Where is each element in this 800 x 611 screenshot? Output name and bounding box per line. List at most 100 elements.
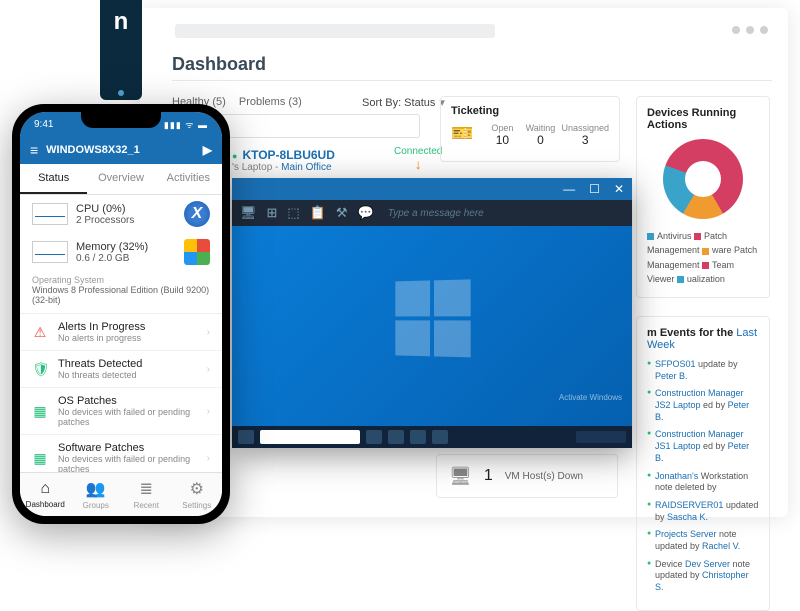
remote-desktop-window[interactable]: — ☐ ✕ 🖥 ⊞ ⬚ 📋 ⚒ 💬 Type a message here Ac…	[232, 178, 632, 448]
phone-frame: 9:41▮▮▮ ᯤ ▬ ≡ WINDOWS8X32_1 ▶ Status Ove…	[12, 104, 230, 524]
device-title: WINDOWS8X32_1	[46, 144, 140, 156]
status-icon: 🛡	[32, 361, 48, 378]
windows-logo	[395, 279, 470, 357]
window-dots	[732, 26, 768, 34]
status-item[interactable]: ▦Software PatchesNo devices with failed …	[20, 435, 222, 472]
ticketing-panel: Ticketing 🎫 Open10Waiting0Unassigned3	[440, 96, 620, 162]
chevron-right-icon: ›	[207, 453, 210, 464]
device-name[interactable]: KTOP-8LBU6UD	[232, 148, 335, 162]
download-icon: ↓	[394, 157, 442, 171]
legend-item: ualization	[677, 274, 725, 284]
donut-chart	[663, 139, 743, 219]
tools-icon[interactable]: ⚒	[336, 205, 348, 221]
remote-titlebar[interactable]: — ☐ ✕	[232, 178, 632, 200]
message-input[interactable]: Type a message here	[388, 208, 484, 219]
vm-hosts-card[interactable]: 🖥 1 VM Host(s) Down	[436, 454, 618, 498]
page-title: Dashboard	[172, 54, 266, 75]
taskbar-item[interactable]	[410, 430, 426, 444]
mem-sparkline	[32, 241, 68, 263]
actions-panel: Devices Running Actions Antivirus Patch …	[636, 96, 770, 298]
ticket-icon: 🎫	[451, 123, 473, 144]
filter-problems[interactable]: Problems (3)	[239, 96, 302, 108]
tab-overview[interactable]: Overview	[87, 164, 154, 194]
windows-logo-icon	[184, 239, 210, 265]
taskbar-item[interactable]	[366, 430, 382, 444]
memory-row: Memory (32%)0.6 / 2.0 GB	[20, 233, 222, 271]
minimize-icon[interactable]: —	[563, 182, 575, 196]
remote-desktop-area[interactable]: Activate Windows	[232, 226, 632, 426]
phone-header: ≡ WINDOWS8X32_1 ▶	[20, 136, 222, 164]
x-logo-icon: X	[184, 201, 210, 227]
chevron-right-icon: ›	[207, 327, 210, 338]
url-bar-placeholder	[175, 24, 495, 38]
os-info: Operating System Windows 8 Professional …	[20, 271, 222, 314]
phone-notch	[81, 112, 161, 128]
status-item[interactable]: ⚠Alerts In ProgressNo alerts in progress…	[20, 314, 222, 351]
network-icon[interactable]: ⬚	[287, 205, 299, 221]
display-icon[interactable]: 🖥	[240, 205, 257, 221]
ticket-stat[interactable]: Open10	[485, 123, 519, 147]
chart-legend: Antivirus Patch Management ware Patch Ma…	[647, 229, 759, 287]
signal-icons: ▮▮▮ ᯤ ▬	[164, 118, 208, 131]
event-item[interactable]: Construction Manager JS2 Laptop ed by Pe…	[647, 388, 759, 423]
ticket-stat[interactable]: Waiting0	[523, 123, 557, 147]
event-item[interactable]: Jonathan's Workstation note deleted by	[647, 471, 759, 494]
tab-activities[interactable]: Activities	[155, 164, 222, 194]
status-icon: ▦	[32, 403, 48, 420]
taskbar-item[interactable]	[432, 430, 448, 444]
ticketing-title: Ticketing	[451, 105, 609, 117]
tab-status[interactable]: Status	[20, 164, 87, 194]
device-row[interactable]: KTOP-8LBU6UD 's Laptop - Main Office	[232, 148, 335, 173]
remote-taskbar[interactable]	[232, 426, 632, 448]
tabbar-item[interactable]: 👥Groups	[71, 473, 122, 516]
events-title: m Events for the Last Week	[647, 327, 759, 351]
phone-tabbar[interactable]: ⌂Dashboard👥Groups≣Recent⚙Settings	[20, 472, 222, 516]
event-item[interactable]: Device Dev Server note updated by Christ…	[647, 559, 759, 594]
sort-dropdown[interactable]: Sort By: Status	[362, 96, 445, 109]
status-icon: ▦	[32, 450, 48, 467]
clipboard-icon[interactable]: 📋	[310, 205, 326, 221]
toggle-icon[interactable]: ⊞	[267, 205, 278, 221]
actions-title: Devices Running Actions	[647, 107, 759, 131]
cpu-row: CPU (0%)2 Processors X	[20, 195, 222, 233]
taskbar-item[interactable]	[388, 430, 404, 444]
event-item[interactable]: Projects Server note updated by Rachel V…	[647, 529, 759, 552]
status-icon: ⚠	[32, 324, 48, 341]
events-panel: m Events for the Last Week SFPOS01 updat…	[636, 316, 770, 611]
maximize-icon[interactable]: ☐	[589, 182, 600, 196]
device-sub: 's Laptop - Main Office	[232, 162, 335, 173]
close-icon[interactable]: ✕	[614, 182, 624, 196]
ticket-stat[interactable]: Unassigned3	[561, 123, 609, 147]
play-icon[interactable]: ▶	[203, 143, 212, 157]
system-tray[interactable]	[576, 431, 626, 443]
tabbar-icon: 👥	[86, 479, 106, 499]
tabbar-item[interactable]: ⌂Dashboard	[20, 473, 71, 516]
phone-screen: 9:41▮▮▮ ᯤ ▬ ≡ WINDOWS8X32_1 ▶ Status Ove…	[20, 112, 222, 516]
connection-status: Connected↓	[394, 146, 442, 171]
chevron-right-icon: ›	[207, 364, 210, 375]
legend-item: Antivirus	[647, 231, 694, 241]
tabbar-icon: ⌂	[40, 480, 50, 498]
divider	[172, 80, 772, 81]
chat-icon[interactable]: 💬	[358, 205, 374, 221]
tabbar-icon: ≣	[140, 479, 153, 499]
menu-icon[interactable]: ≡	[30, 142, 38, 158]
status-item[interactable]: ▦OS PatchesNo devices with failed or pen…	[20, 388, 222, 435]
taskbar-search[interactable]	[260, 430, 360, 444]
cpu-sparkline	[32, 203, 68, 225]
tabbar-item[interactable]: ⚙Settings	[172, 473, 223, 516]
chevron-right-icon: ›	[207, 406, 210, 417]
phone-body[interactable]: CPU (0%)2 Processors X Memory (32%)0.6 /…	[20, 195, 222, 472]
tabbar-item[interactable]: ≣Recent	[121, 473, 172, 516]
event-item[interactable]: SFPOS01 update by Peter B.	[647, 359, 759, 382]
event-item[interactable]: RAIDSERVER01 updated by Sascha K.	[647, 500, 759, 523]
tabbar-icon: ⚙	[190, 479, 204, 499]
status-item[interactable]: 🛡Threats DetectedNo threats detected›	[20, 351, 222, 388]
activate-watermark: Activate Windows	[559, 393, 622, 402]
remote-toolbar[interactable]: 🖥 ⊞ ⬚ 📋 ⚒ 💬 Type a message here	[232, 200, 632, 226]
vm-icon: 🖥	[449, 466, 472, 487]
brand-logo: n	[100, 0, 142, 100]
start-button[interactable]	[238, 430, 254, 444]
phone-tabs[interactable]: Status Overview Activities	[20, 164, 222, 195]
event-item[interactable]: Construction Manager JS1 Laptop ed by Pe…	[647, 429, 759, 464]
